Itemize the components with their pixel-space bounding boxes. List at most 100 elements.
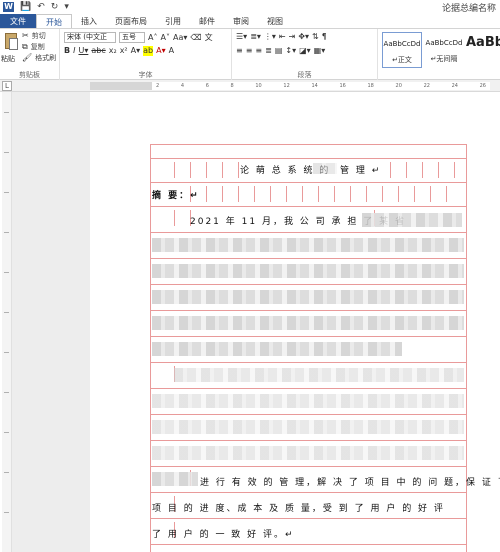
vruler-tick [4,192,9,193]
text-effects-icon[interactable]: A▾ [131,46,141,56]
grid-column [222,162,223,178]
paragraph-line[interactable]: 进 行 有 效 的 管 理，解 决 了 项 目 中 的 问 题，保 证 了 [200,475,500,488]
line-spacing-icon[interactable]: ↕▾ [285,46,296,56]
paragraph-line[interactable]: 项 目 的 进 度、成 本 及 质 量，受 到 了 用 户 的 好 评 [152,501,445,514]
vruler-tick [4,392,9,393]
format-painter-icon[interactable]: 🖌 [22,53,32,63]
copy-button[interactable]: 复制 [31,42,45,52]
redo-icon[interactable]: ↻ [51,1,59,13]
save-icon[interactable]: 💾 [20,1,31,13]
tab-insert[interactable]: 插入 [72,14,106,28]
style-normal-sample: AaBbCcDd [383,40,421,48]
ruler-tick: 4 [180,83,185,89]
char-shading-icon[interactable]: A [169,46,174,56]
justify-icon[interactable]: ≣ [265,46,272,56]
horizontal-ruler[interactable]: 2 4 6 8 10 12 14 16 18 20 22 24 26 [90,82,490,90]
tab-mailings[interactable]: 邮件 [190,14,224,28]
distributed-icon[interactable]: ▤ [275,46,283,56]
grid-line [150,182,466,183]
superscript-icon[interactable]: x² [120,46,128,56]
copy-icon[interactable]: ⧉ [22,42,28,52]
word-logo-icon: W [3,2,14,12]
customize-icon[interactable]: ▾ [64,1,69,13]
align-center-icon[interactable]: ≡ [246,46,253,56]
ruler-tick: 6 [205,83,209,89]
grid-column [190,162,191,178]
ruler-tick: 18 [367,83,374,89]
grid-column [390,162,391,178]
align-left-icon[interactable]: ≡ [236,46,243,56]
tab-home[interactable]: 开始 [36,14,72,28]
vruler-tick [4,312,9,313]
style-no-spacing-sample: AaBbCcDd [425,39,463,47]
shading-icon[interactable]: ◪▾ [299,46,311,56]
align-right-icon[interactable]: ≡ [255,46,262,56]
style-no-spacing[interactable]: AaBbCcDd ↵无间隔 [424,32,464,68]
ribbon-tabs: 文件 开始 插入 页面布局 引用 邮件 审阅 视图 [0,14,500,28]
cut-button[interactable]: 剪切 [32,31,46,41]
phonetic-icon[interactable]: 文 [205,33,213,43]
subscript-icon[interactable]: x₂ [109,46,117,56]
grid-line [150,544,466,545]
bold-icon[interactable]: B [64,46,70,56]
italic-icon[interactable]: I [73,46,75,56]
tab-review[interactable]: 审阅 [224,14,258,28]
highlight-icon[interactable]: ab [143,46,154,56]
increase-indent-icon[interactable]: ⇥ [289,32,296,42]
grid-column [238,186,239,202]
tab-page-layout[interactable]: 页面布局 [106,14,156,28]
cut-icon[interactable]: ✂ [22,31,29,41]
redacted-text [313,163,337,174]
format-painter-button[interactable]: 格式刷 [35,53,56,63]
shrink-font-icon[interactable]: A˅ [160,33,169,43]
paste-label: 粘贴 [1,55,15,63]
redacted-text [152,446,464,460]
document-heading-tail[interactable]: 管 理 ↵ [340,163,381,176]
vruler-tick [4,512,9,513]
strikethrough-icon[interactable]: abc [91,46,105,56]
grid-line [150,388,466,389]
asian-layout-icon[interactable]: ✥▾ [298,32,309,42]
font-size-select[interactable]: 五号 [119,32,145,43]
quick-access-toolbar: W 💾 ↶ ↻ ▾ [0,1,69,13]
font-name-select[interactable]: 宋体 (中文正 [64,32,116,43]
paragraph-line[interactable]: 了 用 户 的 一 致 好 评。↵ [152,527,295,540]
undo-icon[interactable]: ↶ [37,1,45,13]
paste-button[interactable] [3,31,19,55]
grid-line [150,362,466,363]
change-case-icon[interactable]: Aa▾ [173,33,187,43]
redacted-text [152,394,464,408]
style-heading-1[interactable]: AaBb [466,32,500,68]
ribbon: 粘贴 ✂ 剪切 ⧉ 复制 🖌 格式刷 剪贴板 宋体 (中文正 五号 A˄ A˅ … [0,28,500,81]
show-marks-icon[interactable]: ¶ [322,32,327,42]
tab-file[interactable]: 文件 [0,14,36,28]
redacted-text [362,213,462,227]
tab-view[interactable]: 视图 [258,14,292,28]
style-normal[interactable]: AaBbCcDd ↵正文 [382,32,422,68]
vertical-ruler[interactable] [2,92,12,552]
borders-icon[interactable]: ▦▾ [314,46,326,56]
tab-references[interactable]: 引用 [156,14,190,28]
sort-icon[interactable]: ⇅ [312,32,319,42]
underline-icon[interactable]: U▾ [78,46,88,56]
bullets-icon[interactable]: ☰▾ [236,32,247,42]
grid-column [422,162,423,178]
style-no-spacing-name: ↵无间隔 [430,55,458,63]
grid-column [302,186,303,202]
vruler-tick [4,432,9,433]
grid-column [398,186,399,202]
ruler-tick: 24 [451,83,458,89]
decrease-indent-icon[interactable]: ⇤ [279,32,286,42]
abstract-label[interactable]: 摘 要：↵ [152,188,200,201]
font-color-icon[interactable]: A▾ [156,46,166,56]
ruler-tick: 26 [479,83,486,89]
tab-selector[interactable]: L [2,81,12,91]
grid-column [206,186,207,202]
clear-format-icon[interactable]: ⌫ [190,33,201,43]
multilevel-list-icon[interactable]: ⋮▾ [264,32,276,42]
grid-column [238,162,239,178]
vruler-tick [4,472,9,473]
vruler-tick [4,232,9,233]
numbering-icon[interactable]: ≣▾ [250,32,261,42]
grow-font-icon[interactable]: A˄ [148,33,157,43]
